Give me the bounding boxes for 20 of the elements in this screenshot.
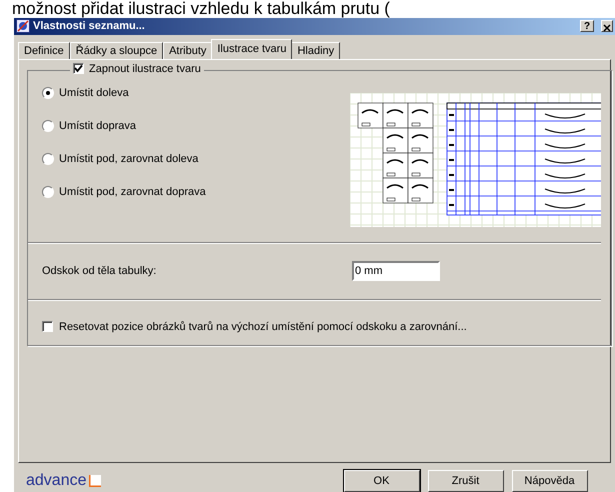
window-title: Vlastnosti seznamu... [33,20,146,32]
dialog-button[interactable]: Zrušit [428,470,504,492]
radio-label: Umístit doprava [59,120,136,132]
tab[interactable]: Řádky a sloupce [70,42,164,59]
offset-field[interactable]: 0 mm [352,261,440,282]
radio-label: Umístit doleva [59,86,129,99]
field-label: Odskok od těla tabulky: [42,265,158,278]
radio-label: Umístit pod, zarovnat doleva [59,152,198,165]
checkbox-label: Zapnout ilustrace tvaru [89,62,201,75]
caption-text: možnost přidat ilustraci vzhledu k tabulkám prutu ( [11,0,391,18]
radio-label: Umístit pod, zarovnat doprava [59,186,206,198]
tab[interactable]: Definice [18,42,70,59]
checkbox-label: Resetovat pozice obrázků tvarů na výchozí umístění pomocí odskoku a zarovnání... [59,320,467,333]
tab[interactable]: Hladiny [291,42,340,59]
tab[interactable]: Ilustrace tvaru [211,38,292,59]
tab[interactable]: Atributy [163,42,212,59]
dialog-button[interactable]: Nápověda [512,470,588,492]
help-button[interactable]: ? [580,20,594,32]
logo-text: advance [26,472,86,490]
dialog-button[interactable]: OK [344,470,420,492]
